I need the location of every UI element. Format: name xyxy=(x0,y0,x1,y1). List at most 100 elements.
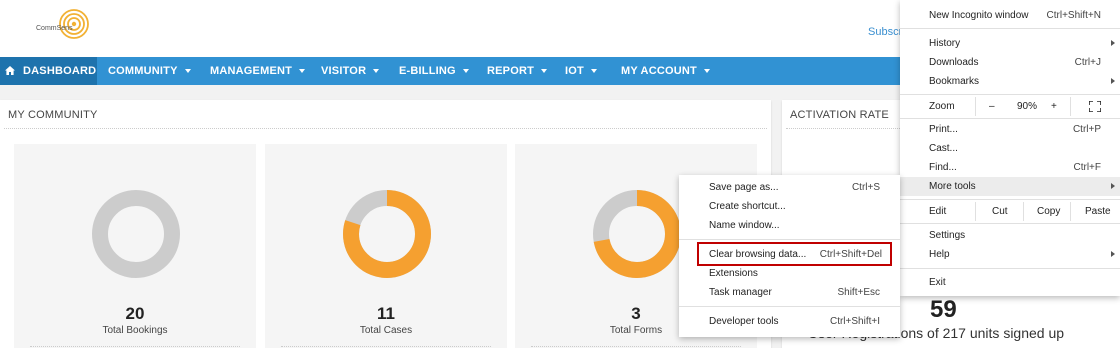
menu-history[interactable]: History xyxy=(900,34,1120,53)
total-bookings-card[interactable]: 20 Total Bookings xyxy=(14,144,256,348)
subscribe-link[interactable]: Subscr xyxy=(868,26,902,38)
total-cases-label: Total Cases xyxy=(359,325,413,336)
menu-separator xyxy=(900,28,1120,29)
chevron-down-icon xyxy=(541,69,548,74)
panel-divider xyxy=(4,128,767,129)
menu-new-incognito[interactable]: New Incognito window Ctrl+Shift+N xyxy=(900,6,1120,25)
cut-button[interactable]: Cut xyxy=(992,202,1008,221)
menu-create-shortcut-label: Create shortcut... xyxy=(709,201,786,212)
menu-extensions[interactable]: Extensions xyxy=(679,264,900,283)
home-icon xyxy=(5,66,15,75)
menu-print-shortcut: Ctrl+P xyxy=(1072,124,1101,135)
nav-iot-label: IOT xyxy=(565,65,584,77)
menu-developer-tools-shortcut: Ctrl+Shift+I xyxy=(829,316,880,327)
menu-extensions-label: Extensions xyxy=(709,268,758,279)
chevron-right-icon xyxy=(1111,40,1115,46)
menu-zoom-row: Zoom xyxy=(900,97,1120,116)
chevron-right-icon xyxy=(1111,251,1115,257)
nav-management-label: MANAGEMENT xyxy=(210,65,293,77)
menu-settings[interactable]: Settings xyxy=(900,226,1120,245)
menu-task-manager-shortcut: Shift+Esc xyxy=(837,287,880,298)
menu-separator xyxy=(900,118,1120,119)
donut-track xyxy=(92,190,180,278)
card-divider xyxy=(281,346,491,347)
menu-save-page-label: Save page as... xyxy=(709,182,779,193)
nav-management[interactable]: MANAGEMENT xyxy=(210,57,306,85)
chevron-down-icon xyxy=(590,69,597,74)
menu-bookmarks[interactable]: Bookmarks xyxy=(900,72,1120,91)
total-forms-donut xyxy=(593,190,681,278)
menu-downloads-label: Downloads xyxy=(929,57,979,68)
total-bookings-value: 20 xyxy=(125,304,145,323)
chevron-down-icon xyxy=(703,69,710,74)
total-cases-value: 11 xyxy=(377,304,395,323)
logo-text: CommSens xyxy=(36,25,73,32)
menu-find[interactable]: Find... Ctrl+F xyxy=(900,158,1120,177)
menu-cast[interactable]: Cast... xyxy=(900,139,1120,158)
nav-community[interactable]: COMMUNITY xyxy=(108,57,191,85)
menu-name-window-label: Name window... xyxy=(709,220,780,231)
menu-separator xyxy=(679,306,900,307)
chevron-down-icon xyxy=(299,69,306,74)
card-divider xyxy=(531,346,741,347)
menu-separator xyxy=(679,239,900,240)
card-divider xyxy=(30,346,240,347)
menu-save-page[interactable]: Save page as... Ctrl+S xyxy=(679,178,900,197)
zoom-level: 90% xyxy=(1017,101,1038,112)
total-bookings-donut xyxy=(92,190,180,278)
cell-divider xyxy=(1070,202,1071,221)
copy-button[interactable]: Copy xyxy=(1037,202,1060,221)
menu-separator xyxy=(900,223,1120,224)
registration-count: 59 xyxy=(930,296,957,323)
menu-print[interactable]: Print... Ctrl+P xyxy=(900,120,1120,139)
nav-report[interactable]: REPORT xyxy=(487,57,548,85)
menu-create-shortcut[interactable]: Create shortcut... xyxy=(679,197,900,216)
cell-divider xyxy=(975,97,976,116)
menu-new-incognito-shortcut: Ctrl+Shift+N xyxy=(1046,10,1101,21)
menu-separator xyxy=(900,199,1120,200)
menu-more-tools-label: More tools xyxy=(929,181,976,192)
menu-developer-tools[interactable]: Developer tools Ctrl+Shift+I xyxy=(679,312,900,331)
menu-exit-label: Exit xyxy=(929,277,946,288)
menu-help[interactable]: Help xyxy=(900,245,1120,264)
menu-more-tools[interactable]: More tools xyxy=(900,177,1120,196)
menu-new-incognito-label: New Incognito window xyxy=(929,10,1029,21)
menu-cast-label: Cast... xyxy=(929,143,958,154)
total-bookings-label: Total Bookings xyxy=(102,325,168,336)
zoom-in-button[interactable]: + xyxy=(1051,97,1057,116)
chevron-down-icon xyxy=(373,69,380,74)
menu-edit-label: Edit xyxy=(929,206,947,217)
menu-downloads[interactable]: Downloads Ctrl+J xyxy=(900,53,1120,72)
menu-separator xyxy=(900,94,1120,95)
nav-ebilling[interactable]: E-BILLING xyxy=(399,57,469,85)
menu-find-shortcut: Ctrl+F xyxy=(1073,162,1102,173)
menu-task-manager-label: Task manager xyxy=(709,287,772,298)
nav-iot[interactable]: IOT xyxy=(565,57,597,85)
chevron-right-icon xyxy=(1111,78,1115,84)
total-cases-donut xyxy=(343,190,431,278)
menu-task-manager[interactable]: Task manager Shift+Esc xyxy=(679,283,900,302)
chevron-down-icon xyxy=(462,69,469,74)
nav-ebilling-label: E-BILLING xyxy=(399,65,456,77)
nav-my-account[interactable]: MY ACCOUNT xyxy=(621,57,710,85)
paste-button[interactable]: Paste xyxy=(1085,202,1111,221)
menu-developer-tools-label: Developer tools xyxy=(709,316,779,327)
fullscreen-icon[interactable] xyxy=(1089,101,1101,112)
nav-visitor-label: VISITOR xyxy=(321,65,367,77)
menu-settings-label: Settings xyxy=(929,230,966,241)
commsens-logo[interactable]: CommSens xyxy=(36,7,96,47)
menu-name-window[interactable]: Name window... xyxy=(679,216,900,235)
cell-divider xyxy=(1070,97,1071,116)
menu-find-label: Find... xyxy=(929,162,957,173)
nav-dashboard[interactable]: DASHBOARD xyxy=(0,57,97,85)
nav-community-label: COMMUNITY xyxy=(108,65,178,77)
menu-save-page-shortcut: Ctrl+S xyxy=(851,182,880,193)
browser-menu: New Incognito window Ctrl+Shift+N Histor… xyxy=(900,0,1120,296)
menu-exit[interactable]: Exit xyxy=(900,273,1120,292)
nav-visitor[interactable]: VISITOR xyxy=(321,57,380,85)
zoom-out-button[interactable]: – xyxy=(989,97,995,116)
menu-separator xyxy=(900,268,1120,269)
cell-divider xyxy=(1023,202,1024,221)
menu-bookmarks-label: Bookmarks xyxy=(929,76,980,87)
total-cases-card[interactable]: 11 Total Cases xyxy=(265,144,507,348)
